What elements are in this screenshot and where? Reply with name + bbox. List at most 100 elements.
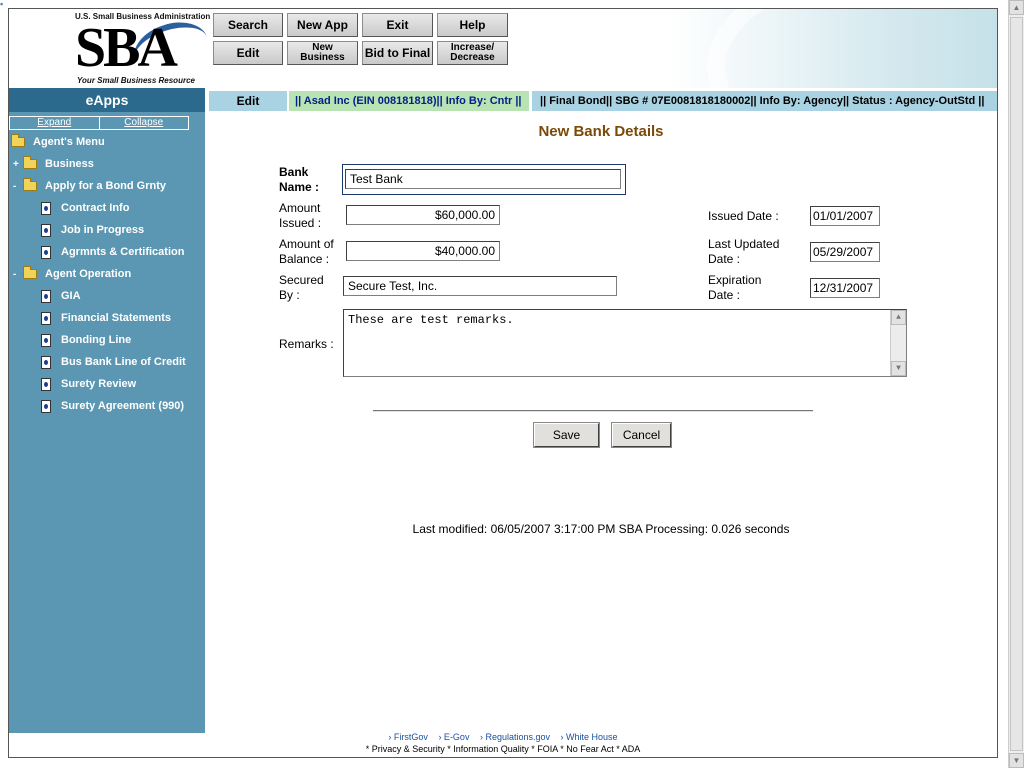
page-icon: ▪ bbox=[0, 0, 4, 9]
sidebar-item-label: Job in Progress bbox=[61, 224, 145, 236]
scroll-down-icon[interactable]: ▼ bbox=[1009, 753, 1024, 768]
bank-name-input[interactable]: Test Bank bbox=[345, 169, 621, 189]
footer: › FirstGov › E-Gov › Regulations.gov › W… bbox=[9, 732, 997, 754]
new-app-button[interactable]: New App bbox=[287, 13, 358, 37]
amount-issued-input[interactable]: $60,000.00 bbox=[346, 205, 500, 225]
page-title: New Bank Details bbox=[538, 123, 664, 140]
expand-toggle-icon[interactable]: + bbox=[13, 159, 23, 170]
scroll-up-icon[interactable]: ▲ bbox=[1009, 0, 1024, 15]
cancel-button[interactable]: Cancel bbox=[611, 422, 672, 448]
sidebar-item-bus-bank-line[interactable]: Bus Bank Line of Credit bbox=[41, 353, 186, 371]
sidebar-item-business[interactable]: + Business bbox=[13, 155, 94, 173]
folder-icon bbox=[23, 156, 37, 169]
amount-balance-input[interactable]: $40,000.00 bbox=[346, 241, 500, 261]
document-icon bbox=[41, 245, 51, 259]
folder-open-icon bbox=[23, 178, 37, 191]
collapse-link[interactable]: Collapse bbox=[100, 117, 189, 129]
sidebar-item-agent-operation[interactable]: - Agent Operation bbox=[13, 265, 131, 283]
remarks-label: Remarks : bbox=[279, 337, 334, 351]
sba-logo[interactable]: U.S. Small Business Administration SBA Y… bbox=[75, 12, 215, 86]
sidebar-item-agreements[interactable]: Agrmnts & Certification bbox=[41, 243, 184, 261]
last-updated-label: Last Updated Date : bbox=[708, 237, 780, 266]
regulations-link[interactable]: › Regulations.gov bbox=[480, 732, 550, 742]
sidebar-item-agents-menu[interactable]: Agent's Menu bbox=[11, 133, 105, 151]
whitehouse-link[interactable]: › White House bbox=[561, 732, 618, 742]
sidebar-item-surety-agreement[interactable]: Surety Agreement (990) bbox=[41, 397, 184, 415]
document-icon bbox=[41, 355, 51, 369]
sidebar-item-label: Apply for a Bond Grnty bbox=[45, 180, 166, 192]
sidebar-item-label: Agent's Menu bbox=[33, 136, 105, 148]
issued-date-input[interactable]: 01/01/2007 bbox=[810, 206, 880, 226]
sidebar-item-label: Agent Operation bbox=[45, 268, 132, 280]
document-icon bbox=[41, 223, 51, 237]
footer-policies[interactable]: * Privacy & Security * Information Quali… bbox=[9, 744, 997, 754]
save-button[interactable]: Save bbox=[533, 422, 600, 448]
document-icon bbox=[41, 333, 51, 347]
document-icon bbox=[41, 289, 51, 303]
bank-name-label: Bank Name : bbox=[279, 165, 320, 194]
last-modified-text: Last modified: 06/05/2007 3:17:00 PM SBA… bbox=[412, 522, 790, 536]
secured-by-input[interactable]: Secure Test, Inc. bbox=[343, 276, 617, 296]
divider bbox=[373, 410, 813, 412]
sidebar-item-label: Contract Info bbox=[61, 202, 130, 214]
logo-tagline: Your Small Business Resource bbox=[77, 76, 195, 85]
sidebar-item-financial-statements[interactable]: Financial Statements bbox=[41, 309, 171, 327]
folder-open-icon bbox=[23, 266, 37, 279]
collapse-toggle-icon[interactable]: - bbox=[13, 181, 23, 192]
document-icon bbox=[41, 377, 51, 391]
document-icon bbox=[41, 311, 51, 325]
increase-decrease-button[interactable]: Increase/ Decrease bbox=[437, 41, 508, 65]
expiration-date-input[interactable]: 12/31/2007 bbox=[810, 278, 880, 298]
expiration-date-label: Expiration Date : bbox=[708, 273, 762, 302]
expand-collapse-bar: Expand Collapse bbox=[9, 116, 189, 130]
app-frame: U.S. Small Business Administration SBA Y… bbox=[8, 8, 998, 758]
scroll-thumb[interactable] bbox=[1010, 17, 1023, 751]
secured-by-label: Secured By : bbox=[279, 273, 324, 302]
scroll-up-icon[interactable]: ▲ bbox=[891, 310, 906, 325]
sidebar-item-surety-review[interactable]: Surety Review bbox=[41, 375, 136, 393]
header-decoration bbox=[667, 9, 997, 185]
amount-balance-label: Amount of Balance : bbox=[279, 237, 334, 266]
search-button[interactable]: Search bbox=[213, 13, 283, 37]
app-name: eApps bbox=[9, 88, 205, 112]
sidebar: Expand Collapse Agent's Menu + Business … bbox=[9, 112, 205, 733]
help-button[interactable]: Help bbox=[437, 13, 508, 37]
document-icon bbox=[41, 399, 51, 413]
remarks-textarea[interactable]: These are test remarks. ▲ ▼ bbox=[343, 309, 907, 377]
sidebar-item-label: Agrmnts & Certification bbox=[61, 246, 185, 258]
page-scrollbar[interactable]: ▲ ▼ bbox=[1008, 0, 1024, 768]
mode-indicator: Edit bbox=[209, 91, 287, 111]
remarks-scrollbar[interactable]: ▲ ▼ bbox=[890, 310, 906, 376]
sidebar-item-bonding-line[interactable]: Bonding Line bbox=[41, 331, 131, 349]
sidebar-item-apply-bond[interactable]: - Apply for a Bond Grnty bbox=[13, 177, 166, 195]
expand-link[interactable]: Expand bbox=[10, 117, 100, 129]
document-icon bbox=[41, 201, 51, 215]
bond-info: || Final Bond|| SBG # 07E0081818180002||… bbox=[532, 91, 997, 111]
sidebar-item-label: Surety Agreement (990) bbox=[61, 400, 185, 412]
sidebar-item-contract-info[interactable]: Contract Info bbox=[41, 199, 129, 217]
sidebar-item-label: Business bbox=[45, 158, 94, 170]
remarks-text: These are test remarks. bbox=[348, 313, 514, 327]
sidebar-item-gia[interactable]: GIA bbox=[41, 287, 81, 305]
exit-button[interactable]: Exit bbox=[362, 13, 433, 37]
sidebar-item-label: Bus Bank Line of Credit bbox=[61, 356, 186, 368]
sidebar-item-label: Bonding Line bbox=[61, 334, 132, 346]
egov-link[interactable]: › E-Gov bbox=[438, 732, 469, 742]
new-business-button[interactable]: New Business bbox=[287, 41, 358, 65]
footer-links: › FirstGov › E-Gov › Regulations.gov › W… bbox=[9, 732, 997, 742]
bid-to-final-button[interactable]: Bid to Final bbox=[362, 41, 433, 65]
edit-button[interactable]: Edit bbox=[213, 41, 283, 65]
scroll-down-icon[interactable]: ▼ bbox=[891, 361, 906, 376]
status-bar: eApps Edit || Asad Inc (EIN 008181818)||… bbox=[9, 88, 997, 112]
sidebar-item-label: Financial Statements bbox=[61, 312, 172, 324]
main-content: New Bank Details Bank Name : Test Bank A… bbox=[205, 112, 997, 757]
applicant-info: || Asad Inc (EIN 008181818)|| Info By: C… bbox=[289, 91, 529, 111]
sidebar-item-label: GIA bbox=[61, 290, 81, 302]
collapse-toggle-icon[interactable]: - bbox=[13, 269, 23, 280]
amount-issued-label: Amount Issued : bbox=[279, 201, 322, 230]
logo-mark: SBA bbox=[75, 17, 178, 79]
sidebar-item-label: Surety Review bbox=[61, 378, 137, 390]
firstgov-link[interactable]: › FirstGov bbox=[388, 732, 428, 742]
sidebar-item-job-in-progress[interactable]: Job in Progress bbox=[41, 221, 144, 239]
last-updated-input[interactable]: 05/29/2007 bbox=[810, 242, 880, 262]
